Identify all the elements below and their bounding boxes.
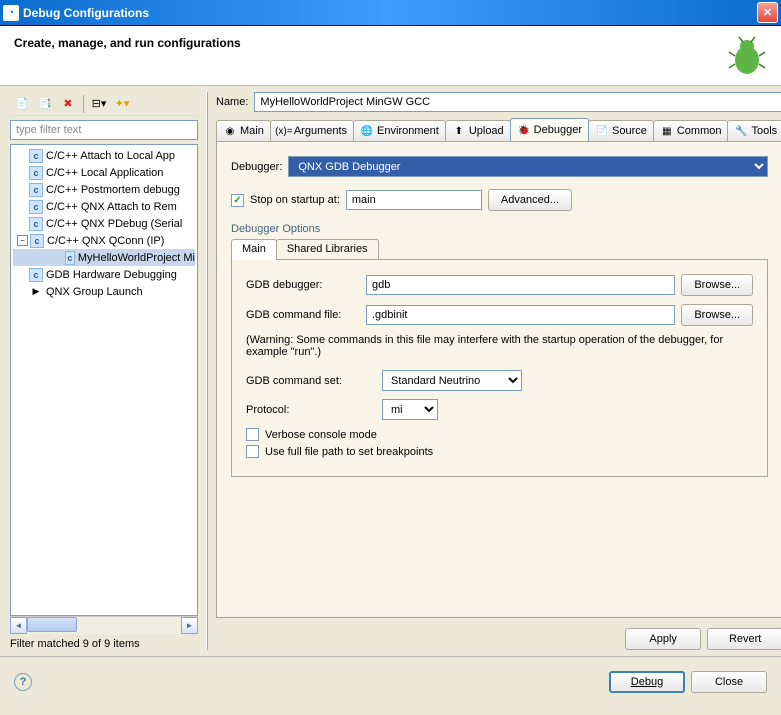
advanced-button[interactable]: Advanced... <box>488 189 572 211</box>
filter-input[interactable] <box>10 120 198 140</box>
filter-status: Filter matched 9 of 9 items <box>10 638 198 650</box>
main-tab-icon: ◉ <box>223 124 237 138</box>
tab-arguments[interactable]: (x)=Arguments <box>270 120 354 141</box>
fullpath-checkbox[interactable] <box>246 445 259 458</box>
c-icon: c <box>29 149 43 163</box>
stop-on-startup-label: Stop on startup at: <box>250 194 340 206</box>
app-icon: ◔ <box>3 5 19 21</box>
scroll-track[interactable] <box>27 617 181 634</box>
gdb-cmdfile-input[interactable] <box>366 305 675 325</box>
tab-main[interactable]: ◉Main <box>216 120 271 141</box>
debugger-tab-icon: 🐞 <box>517 123 531 137</box>
toolbar-separator <box>83 95 84 113</box>
inner-tab-main[interactable]: Main <box>231 239 277 260</box>
scroll-right-icon[interactable]: ► <box>181 617 198 634</box>
common-tab-icon: ▦ <box>660 124 674 138</box>
tab-debugger[interactable]: 🐞Debugger <box>510 118 589 141</box>
new-config-button[interactable]: 📄 <box>12 94 32 114</box>
debugger-panel: Debugger: QNX GDB Debugger Stop on start… <box>216 141 781 618</box>
c-icon: c <box>29 200 43 214</box>
upload-tab-icon: ⬆ <box>452 124 466 138</box>
gdb-debugger-label: GDB debugger: <box>246 279 360 291</box>
fullpath-label: Use full file path to set breakpoints <box>265 446 433 458</box>
tree-item-local-app[interactable]: cC/C++ Local Application <box>13 164 195 181</box>
name-input[interactable] <box>254 92 781 112</box>
tree-item-qnx-pdebug[interactable]: cC/C++ QNX PDebug (Serial <box>13 215 195 232</box>
delete-config-button[interactable]: ✖ <box>58 94 78 114</box>
inner-tab-shared-libs[interactable]: Shared Libraries <box>276 239 379 260</box>
c-icon: c <box>29 217 43 231</box>
env-tab-icon: 🌐 <box>360 124 374 138</box>
tree-item-qnx-qconn[interactable]: −cC/C++ QNX QConn (IP) <box>13 232 195 249</box>
launch-group-icon: ▶ <box>29 285 43 299</box>
close-button[interactable]: Close <box>691 671 767 693</box>
c-icon: c <box>29 166 43 180</box>
c-icon: c <box>29 268 43 282</box>
config-toolbar: 📄 📑 ✖ ⊟▾ ✦▾ <box>10 92 198 116</box>
gdb-cmdfile-label: GDB command file: <box>246 309 360 321</box>
page-title: Create, manage, and run configurations <box>14 36 727 50</box>
close-icon[interactable]: ✕ <box>757 2 778 23</box>
tab-common[interactable]: ▦Common <box>653 120 729 141</box>
dialog-footer: ? Debug Close <box>0 656 781 706</box>
gdb-warning-text: (Warning: Some commands in this file may… <box>246 334 753 358</box>
horizontal-scrollbar[interactable]: ◄ ► <box>10 616 198 634</box>
debugger-options-panel: GDB debugger: Browse... GDB command file… <box>231 259 768 477</box>
duplicate-config-button[interactable]: 📑 <box>35 94 55 114</box>
content-area: 📄 📑 ✖ ⊟▾ ✦▾ cC/C++ Attach to Local App c… <box>0 86 781 650</box>
gdb-cmdset-label: GDB command set: <box>246 375 376 387</box>
tree-item-myhelloworld[interactable]: cMyHelloWorldProject Mi <box>13 249 195 266</box>
collapse-all-button[interactable]: ⊟▾ <box>89 94 109 114</box>
revert-button[interactable]: Revert <box>707 628 781 650</box>
help-icon[interactable]: ? <box>14 673 32 691</box>
config-tabs: ◉Main (x)=Arguments 🌐Environment ⬆Upload… <box>216 118 781 141</box>
scroll-left-icon[interactable]: ◄ <box>10 617 27 634</box>
tree-item-attach-local[interactable]: cC/C++ Attach to Local App <box>13 147 195 164</box>
scroll-thumb[interactable] <box>27 617 77 632</box>
window-title: Debug Configurations <box>23 6 757 20</box>
args-tab-icon: (x)= <box>277 124 291 138</box>
tab-source[interactable]: 📄Source <box>588 120 654 141</box>
titlebar: ◔ Debug Configurations ✕ <box>0 0 781 26</box>
debugger-select[interactable]: QNX GDB Debugger <box>288 156 768 177</box>
collapse-twisty-icon[interactable]: − <box>17 235 28 246</box>
stop-on-startup-input[interactable] <box>346 190 482 210</box>
gdb-debugger-input[interactable] <box>366 275 675 295</box>
verbose-label: Verbose console mode <box>265 429 377 441</box>
tree-item-qnx-attach-remote[interactable]: cC/C++ QNX Attach to Rem <box>13 198 195 215</box>
left-panel: 📄 📑 ✖ ⊟▾ ✦▾ cC/C++ Attach to Local App c… <box>10 92 198 650</box>
protocol-select[interactable]: mi <box>382 399 438 420</box>
dialog-header: Create, manage, and run configurations <box>0 26 781 86</box>
config-tree[interactable]: cC/C++ Attach to Local App cC/C++ Local … <box>10 144 198 616</box>
apply-button[interactable]: Apply <box>625 628 701 650</box>
verbose-checkbox[interactable] <box>246 428 259 441</box>
debugger-options-label: Debugger Options <box>231 223 768 235</box>
filter-button[interactable]: ✦▾ <box>112 94 132 114</box>
tree-item-postmortem[interactable]: cC/C++ Postmortem debugg <box>13 181 195 198</box>
c-icon: c <box>65 251 75 265</box>
browse-cmdfile-button[interactable]: Browse... <box>681 304 753 326</box>
tab-environment[interactable]: 🌐Environment <box>353 120 446 141</box>
tab-upload[interactable]: ⬆Upload <box>445 120 511 141</box>
debug-button[interactable]: Debug <box>609 671 685 693</box>
debugger-options-tabs: Main Shared Libraries <box>231 239 768 260</box>
tree-item-gdb-hardware[interactable]: cGDB Hardware Debugging <box>13 266 195 283</box>
browse-gdb-button[interactable]: Browse... <box>681 274 753 296</box>
bug-icon <box>727 36 767 76</box>
name-label: Name: <box>216 96 248 108</box>
gdb-cmdset-select[interactable]: Standard Neutrino <box>382 370 522 391</box>
stop-on-startup-checkbox[interactable] <box>231 194 244 207</box>
debugger-label: Debugger: <box>231 161 282 173</box>
right-panel: Name: ◉Main (x)=Arguments 🌐Environment ⬆… <box>216 92 781 650</box>
source-tab-icon: 📄 <box>595 124 609 138</box>
tree-item-qnx-group-launch[interactable]: ▶QNX Group Launch <box>13 283 195 300</box>
protocol-label: Protocol: <box>246 404 376 416</box>
c-icon: c <box>30 234 44 248</box>
sash-divider[interactable] <box>206 92 208 650</box>
tab-tools[interactable]: 🔧Tools <box>727 120 781 141</box>
tools-tab-icon: 🔧 <box>734 124 748 138</box>
c-icon: c <box>29 183 43 197</box>
